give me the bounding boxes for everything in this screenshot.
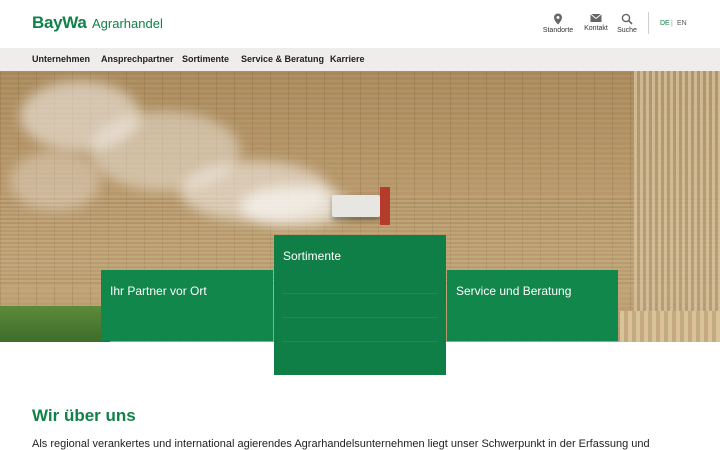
nav-item-unternehmen[interactable]: Unternehmen (32, 54, 90, 64)
nav-item-ansprechpartner[interactable]: Ansprechpartner (101, 54, 174, 64)
section-title: Wir über uns (32, 406, 136, 425)
combine-header-bar (380, 187, 390, 225)
stubble-field (620, 311, 720, 342)
partner-card-title: Ihr Partner vor Ort (110, 284, 207, 298)
service-card[interactable]: Service und Beratung (447, 270, 618, 341)
envelope-icon (590, 13, 602, 22)
card-divider (282, 317, 438, 318)
sortimente-card-title: Sortimente (283, 249, 342, 263)
location-pin-icon (554, 13, 562, 25)
nav-item-service-beratung[interactable]: Service & Beratung (241, 54, 324, 64)
search-icon (621, 13, 633, 25)
suche-label: Suche (617, 27, 637, 34)
sortimente-card[interactable]: Sortimente (274, 235, 446, 375)
baywa-logo[interactable]: BayWa (32, 13, 87, 33)
green-field (0, 306, 110, 342)
brand-subtitle: Agrarhandel (92, 16, 163, 31)
nav-item-sortimente[interactable]: Sortimente (182, 54, 229, 64)
language-separator: | (671, 20, 673, 27)
combine-harvester (332, 195, 380, 217)
standorte-button[interactable]: Standorte (538, 13, 578, 34)
language-en-link[interactable]: EN (677, 20, 687, 27)
intro-text: Als regional verankertes und internation… (32, 438, 650, 450)
site-header: BayWa Agrarhandel Standorte Kontakt Such… (0, 0, 720, 48)
dust-cloud (10, 151, 100, 211)
card-divider (282, 341, 438, 342)
nav-item-karriere[interactable]: Karriere (330, 54, 365, 64)
suche-button[interactable]: Suche (607, 13, 647, 34)
main-navigation: Unternehmen Ansprechpartner Sortimente S… (0, 48, 720, 71)
header-divider (648, 12, 649, 34)
standorte-label: Standorte (542, 27, 574, 34)
language-de-link[interactable]: DE (660, 20, 670, 27)
card-divider (282, 293, 438, 294)
field-edge (634, 71, 720, 342)
service-card-title: Service und Beratung (456, 284, 572, 298)
partner-card[interactable]: Ihr Partner vor Ort (101, 270, 273, 341)
